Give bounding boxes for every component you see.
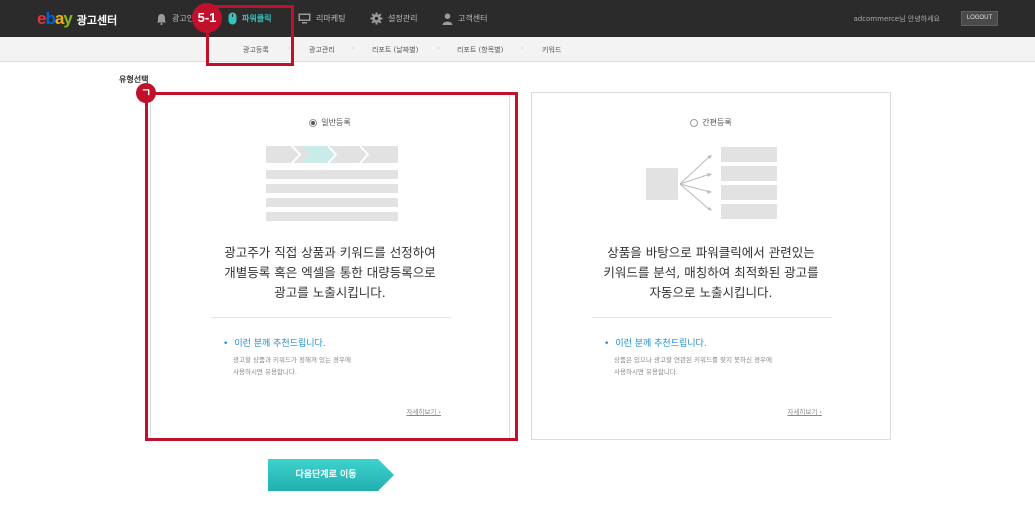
radio-unselected-icon xyxy=(690,118,699,127)
nav-label: 고객센터 xyxy=(458,14,488,23)
option-description: 상품을 바탕으로 파워클릭에서 관련있는 키워드를 분석, 매칭하여 최적화된 … xyxy=(603,245,819,300)
user-greeting: adcommerce님 안녕하세요 xyxy=(853,15,940,23)
subnav-ad-manage[interactable]: 광고관리 xyxy=(309,45,335,55)
recommend-text: 상품은 있으나 광고할 연관된 키워드를 찾지 못하신 경우에 사용하시면 유용… xyxy=(614,356,772,376)
nav-item-remarketing[interactable]: 리마케팅 xyxy=(298,0,345,37)
recommend-title: • 이런 분께 추천드립니다. xyxy=(604,339,707,349)
divider xyxy=(592,317,832,318)
annotation-badge-nav: 5-1 xyxy=(192,3,222,33)
nav-label: 설정관리 xyxy=(388,14,418,23)
logout-button[interactable]: LOGOUT xyxy=(961,11,998,26)
person-icon xyxy=(442,12,453,25)
annotation-badge-card: ㄱ xyxy=(136,83,156,103)
subnav-separator: · xyxy=(352,44,355,53)
option-card-simple[interactable]: 간편등록 상품을 바탕으로 파워클릭에서 관련있는 키워드를 분석, 매칭하여 … xyxy=(531,92,891,440)
brand-title: 광고센터 xyxy=(76,14,118,27)
nav-item-settings[interactable]: 설정관리 xyxy=(370,0,417,37)
nav-item-ad[interactable]: 광고인 xyxy=(156,0,194,37)
next-step-label: 다음단계로 이동 xyxy=(295,470,357,480)
nav-label: 광고인 xyxy=(172,14,195,23)
annotation-highlight-card xyxy=(145,92,518,441)
more-link[interactable]: 자세히보기 › xyxy=(787,406,822,416)
next-step-button[interactable]: 다음단계로 이동 xyxy=(268,459,394,491)
subnav-keyword[interactable]: 키워드 xyxy=(542,45,561,55)
subnav-report-item[interactable]: 리포트 (항목별) xyxy=(457,45,503,55)
bell-icon xyxy=(157,13,166,25)
subnav-separator: · xyxy=(437,44,440,53)
radio-simple[interactable]: 간편등록 xyxy=(532,117,890,128)
simple-registration-illustration xyxy=(646,147,777,219)
monitor-icon xyxy=(298,13,311,24)
sub-navigation-bar: 광고등록 · 광고관리 · 리포트 (날짜별) · 리포트 (항목별) · 키워… xyxy=(0,37,1035,62)
gear-icon xyxy=(370,12,383,25)
top-navigation-bar: ebay 광고센터 광고인 파워클릭 리마케팅 설정관리 고객센터 adcomm… xyxy=(0,0,1035,37)
ebay-ad-center-logo[interactable]: ebay 광고센터 xyxy=(37,9,117,29)
subnav-separator: · xyxy=(521,44,524,53)
nav-label: 리마케팅 xyxy=(316,14,346,23)
nav-item-customer-center[interactable]: 고객센터 xyxy=(442,0,487,37)
radio-label: 간편등록 xyxy=(702,118,732,127)
subnav-report-date[interactable]: 리포트 (날짜별) xyxy=(372,45,418,55)
ebay-logo: ebay xyxy=(37,9,73,28)
